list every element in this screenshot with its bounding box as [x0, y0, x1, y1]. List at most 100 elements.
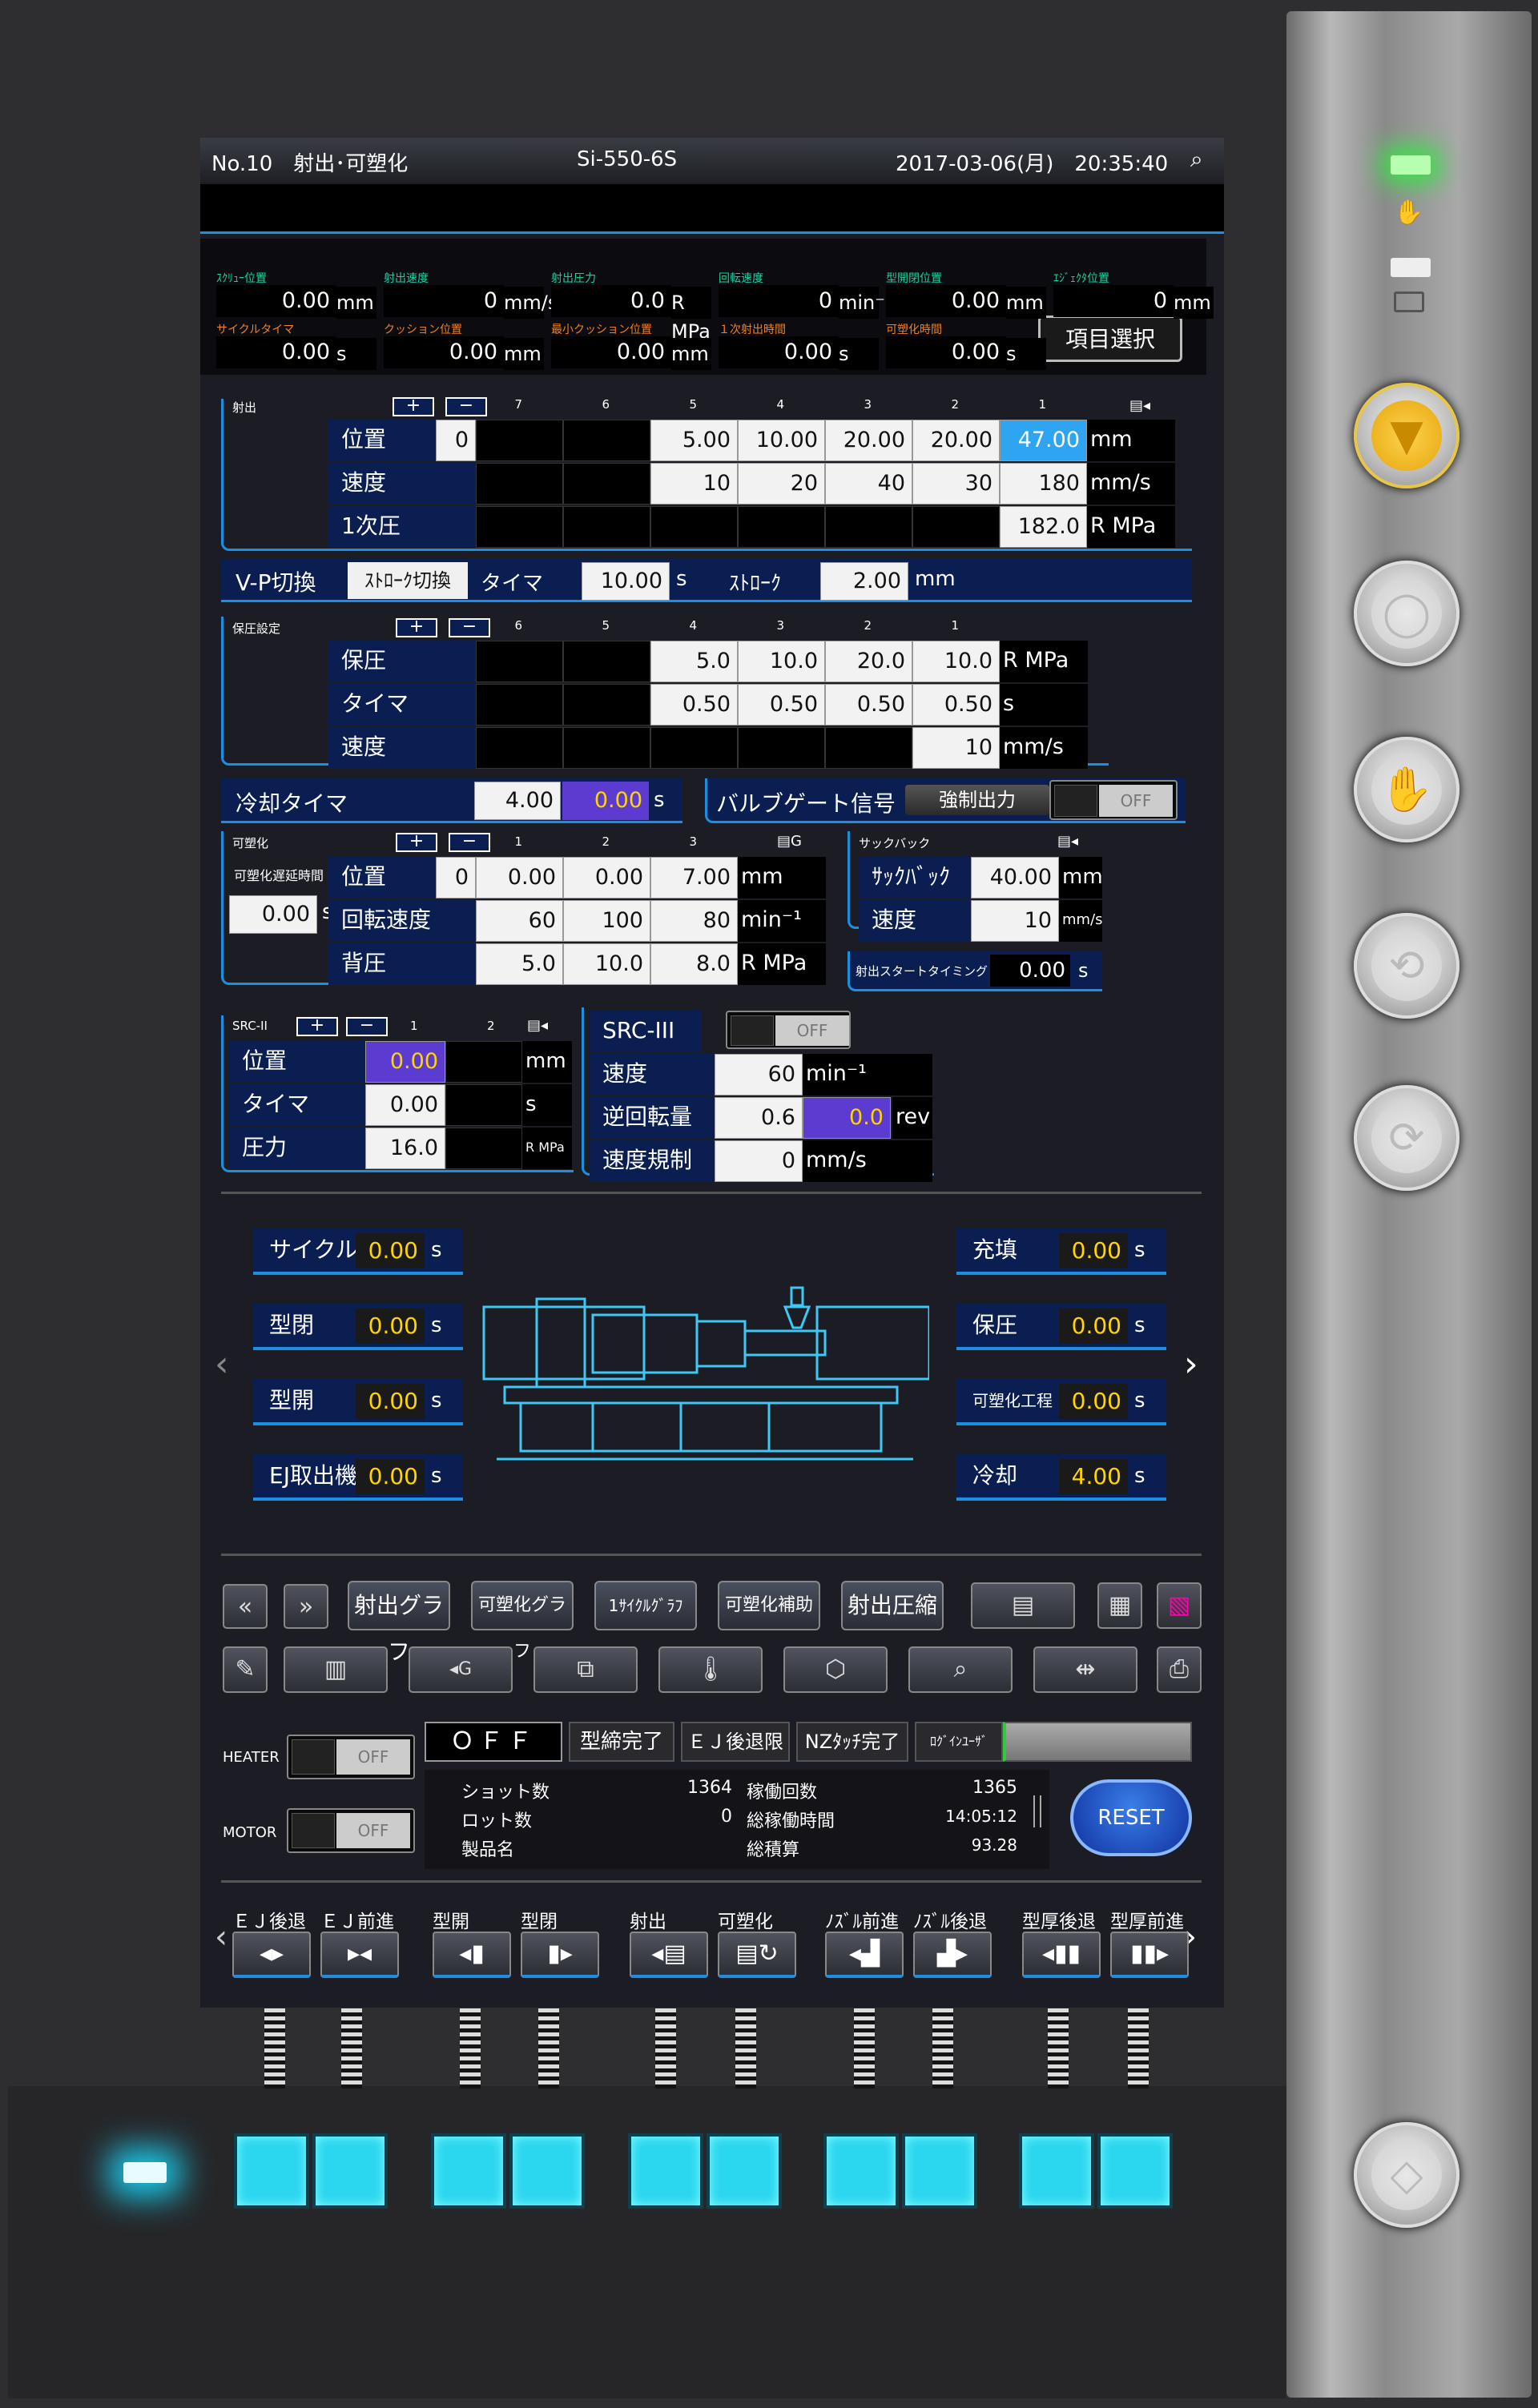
injection-cell[interactable]	[738, 506, 825, 548]
jog-key-4[interactable]	[509, 2133, 585, 2209]
injection-g-icon[interactable]: ◂G	[409, 1646, 513, 1693]
src3-value[interactable]: 60	[715, 1054, 803, 1095]
grid-view-icon[interactable]: ▦	[1097, 1582, 1142, 1629]
injection-compression-button[interactable]: 射出圧縮	[841, 1581, 944, 1630]
plast-add-step-button[interactable]: +	[396, 833, 437, 852]
cube-icon[interactable]: ⬡	[783, 1646, 888, 1693]
hold-cell[interactable]: 0.50	[650, 684, 738, 726]
plast-cell[interactable]: 80	[650, 900, 738, 942]
manual-hand-button[interactable]: ✋	[1354, 737, 1459, 842]
hold-cell[interactable]	[563, 684, 650, 726]
injection-cell[interactable]: 30	[912, 463, 1000, 505]
src3-value[interactable]: 0	[715, 1140, 803, 1182]
plast-cell[interactable]: 60	[476, 900, 563, 942]
emergency-stop-button[interactable]: ▼	[1354, 383, 1459, 488]
login-user-field[interactable]	[1003, 1722, 1192, 1762]
vp-stroke-input[interactable]: 2.00	[820, 562, 908, 601]
hold-cell[interactable]	[563, 727, 650, 769]
plast-delay-input[interactable]: 0.00	[229, 895, 317, 934]
plast-remove-step-button[interactable]: −	[449, 833, 490, 852]
hold-cell[interactable]: 5.0	[650, 641, 738, 682]
hold-cell[interactable]	[476, 641, 563, 682]
jog-button-1[interactable]: ◂▸	[232, 1932, 311, 1978]
jog-button-2[interactable]: ▸◂	[320, 1932, 399, 1978]
ejector-icon[interactable]: ⇹	[1033, 1646, 1137, 1693]
injection-cell[interactable]	[476, 463, 563, 505]
vp-mode[interactable]: ｽﾄﾛｰｸ切換	[348, 562, 468, 599]
injection-cell[interactable]: 180	[1000, 463, 1087, 505]
src3-toggle[interactable]: OFF	[726, 1011, 851, 1049]
plast-first-cell[interactable]: 0	[436, 857, 476, 898]
next-page-arrow[interactable]: ›	[1184, 1344, 1198, 1385]
hold-cell[interactable]: 10.0	[912, 641, 1000, 682]
hold-cell[interactable]: 0.50	[825, 684, 912, 726]
start-timing-value[interactable]: 0.00	[990, 955, 1070, 987]
jog-key-2[interactable]	[312, 2133, 388, 2209]
jog-button-5[interactable]: ◂▤	[630, 1932, 708, 1978]
suckback-value[interactable]: 40.00	[971, 857, 1059, 898]
hold-cell[interactable]: 20.0	[825, 641, 912, 682]
hold-cell[interactable]	[650, 727, 738, 769]
hold-cell[interactable]: 0.50	[738, 684, 825, 726]
rewind-button[interactable]: «	[223, 1584, 268, 1629]
jog-button-4[interactable]: ▮▸	[521, 1932, 599, 1978]
injection-cell[interactable]: 20.00	[825, 420, 912, 461]
reset-button[interactable]: RESET	[1070, 1779, 1192, 1856]
full-auto-button[interactable]: ⟳	[1354, 1085, 1459, 1191]
hold-cell[interactable]: 0.50	[912, 684, 1000, 726]
jog-key-9[interactable]	[1019, 2133, 1094, 2209]
jog-prev-arrow[interactable]: ‹	[215, 1919, 227, 1956]
src3-value[interactable]: 0.6	[715, 1097, 803, 1139]
thermometer-icon[interactable]: 🌡	[658, 1646, 763, 1693]
jog-key-5[interactable]	[628, 2133, 703, 2209]
jog-button-3[interactable]: ◂▮	[433, 1932, 511, 1978]
injection-cell[interactable]: 5.00	[650, 420, 738, 461]
injection-cell[interactable]	[912, 506, 1000, 548]
hold-cell[interactable]: 10	[912, 727, 1000, 769]
semi-auto-button[interactable]: ⟲	[1354, 913, 1459, 1019]
src2-add-step-button[interactable]: +	[296, 1017, 338, 1036]
hold-add-step-button[interactable]: +	[396, 618, 437, 637]
plast-cell[interactable]: 8.0	[650, 943, 738, 985]
src2-value[interactable]: 16.0	[365, 1128, 445, 1169]
injection-cell[interactable]: 20.00	[912, 420, 1000, 461]
hold-cell[interactable]	[738, 727, 825, 769]
heater-toggle[interactable]: OFF	[287, 1735, 415, 1779]
jog-button-8[interactable]: ▟▸	[913, 1932, 992, 1978]
injection-cell[interactable]: 47.00	[1000, 420, 1087, 461]
cycle-icon-button[interactable]: ◯	[1354, 561, 1459, 666]
jog-button-6[interactable]: ▤↻	[718, 1932, 796, 1978]
plast-cell[interactable]: 7.00	[650, 857, 738, 898]
plasticizing-graph-button[interactable]: 可塑化グラフ	[471, 1581, 574, 1662]
fast-forward-button[interactable]: »	[284, 1584, 328, 1629]
src2-value[interactable]: 0.00	[365, 1041, 445, 1083]
hold-cell[interactable]: 10.0	[738, 641, 825, 682]
add-step-button[interactable]: +	[393, 397, 434, 416]
jog-button-10[interactable]: ▮▮▸	[1110, 1932, 1189, 1978]
suckback-value[interactable]: 10	[971, 900, 1059, 942]
jog-key-1[interactable]	[234, 2133, 309, 2209]
injection-first-cell[interactable]: 0	[436, 420, 476, 461]
printer-icon[interactable]: ⎙	[1157, 1646, 1202, 1693]
jog-key-8[interactable]	[902, 2133, 977, 2209]
hold-cell[interactable]	[825, 727, 912, 769]
force-output-button[interactable]: 強制出力	[905, 785, 1049, 815]
jog-key-3[interactable]	[431, 2133, 506, 2209]
book-icon[interactable]: ▥	[284, 1646, 388, 1693]
injection-cell[interactable]	[476, 420, 563, 461]
cooling-timer-input[interactable]: 4.00	[474, 782, 561, 820]
injection-cell[interactable]: 10.00	[738, 420, 825, 461]
list-view-icon[interactable]: ▤	[971, 1582, 1075, 1629]
prev-page-arrow[interactable]: ‹	[215, 1344, 229, 1385]
mold-icon[interactable]: ⧉	[533, 1646, 638, 1693]
injection-cell[interactable]	[650, 506, 738, 548]
plast-cell[interactable]: 0.00	[476, 857, 563, 898]
src2-empty[interactable]	[445, 1128, 522, 1169]
vp-timer-input[interactable]: 10.00	[582, 562, 670, 601]
src2-empty[interactable]	[445, 1041, 522, 1083]
valve-toggle[interactable]: OFF	[1049, 780, 1178, 820]
injection-cell[interactable]	[825, 506, 912, 548]
plast-cell[interactable]: 0.00	[563, 857, 650, 898]
jog-key-6[interactable]	[707, 2133, 782, 2209]
injection-graph-button[interactable]: 射出グラフ	[348, 1581, 450, 1665]
